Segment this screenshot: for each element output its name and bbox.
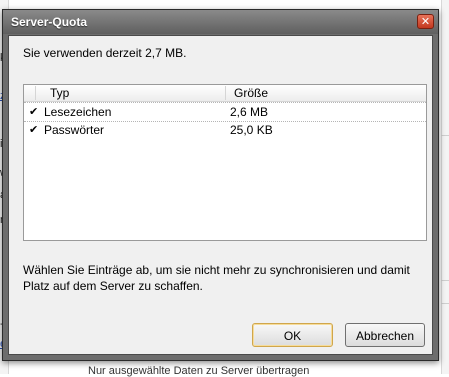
close-icon[interactable]: ✕ [417, 14, 434, 29]
quota-list[interactable]: Typ Größe ✔ Lesezeichen 2,6 MB ✔ Passwör… [23, 84, 427, 241]
background-status-text: Nur ausgewählte Daten zu Server übertrag… [88, 365, 310, 377]
checkmark-icon[interactable]: ✔ [29, 105, 38, 118]
background-divider [441, 135, 449, 136]
list-header: Typ Größe [24, 85, 426, 102]
row-type: Lesezeichen [44, 105, 112, 119]
server-quota-dialog: Server-Quota ✕ Sie verwenden derzeit 2,7… [2, 9, 439, 361]
column-separator [35, 86, 36, 100]
row-size: 25,0 KB [230, 123, 273, 137]
column-separator [225, 86, 226, 100]
info-text: Wählen Sie Einträge ab, um sie nicht meh… [23, 263, 410, 293]
usage-text: Sie verwenden derzeit 2,7 MB. [23, 46, 187, 60]
ok-button[interactable]: OK [252, 323, 333, 347]
column-header-type[interactable]: Typ [50, 86, 69, 100]
row-type: Passwörter [44, 123, 105, 137]
cancel-button[interactable]: Abbrechen [345, 323, 425, 347]
list-row-passwoerter[interactable]: ✔ Passwörter 25,0 KB [24, 121, 426, 139]
dialog-title: Server-Quota [11, 15, 88, 29]
background-divider [441, 280, 449, 281]
list-row-lesezeichen[interactable]: ✔ Lesezeichen 2,6 MB [24, 102, 426, 122]
column-header-size[interactable]: Größe [234, 86, 268, 100]
dialog-content: Sie verwenden derzeit 2,7 MB. Typ Größe … [8, 35, 433, 355]
row-size: 2,6 MB [230, 105, 269, 119]
dialog-titlebar[interactable]: Server-Quota ✕ [3, 10, 438, 34]
background-right-panel [441, 0, 449, 374]
background-divider [441, 303, 449, 304]
checkmark-icon[interactable]: ✔ [29, 123, 38, 136]
